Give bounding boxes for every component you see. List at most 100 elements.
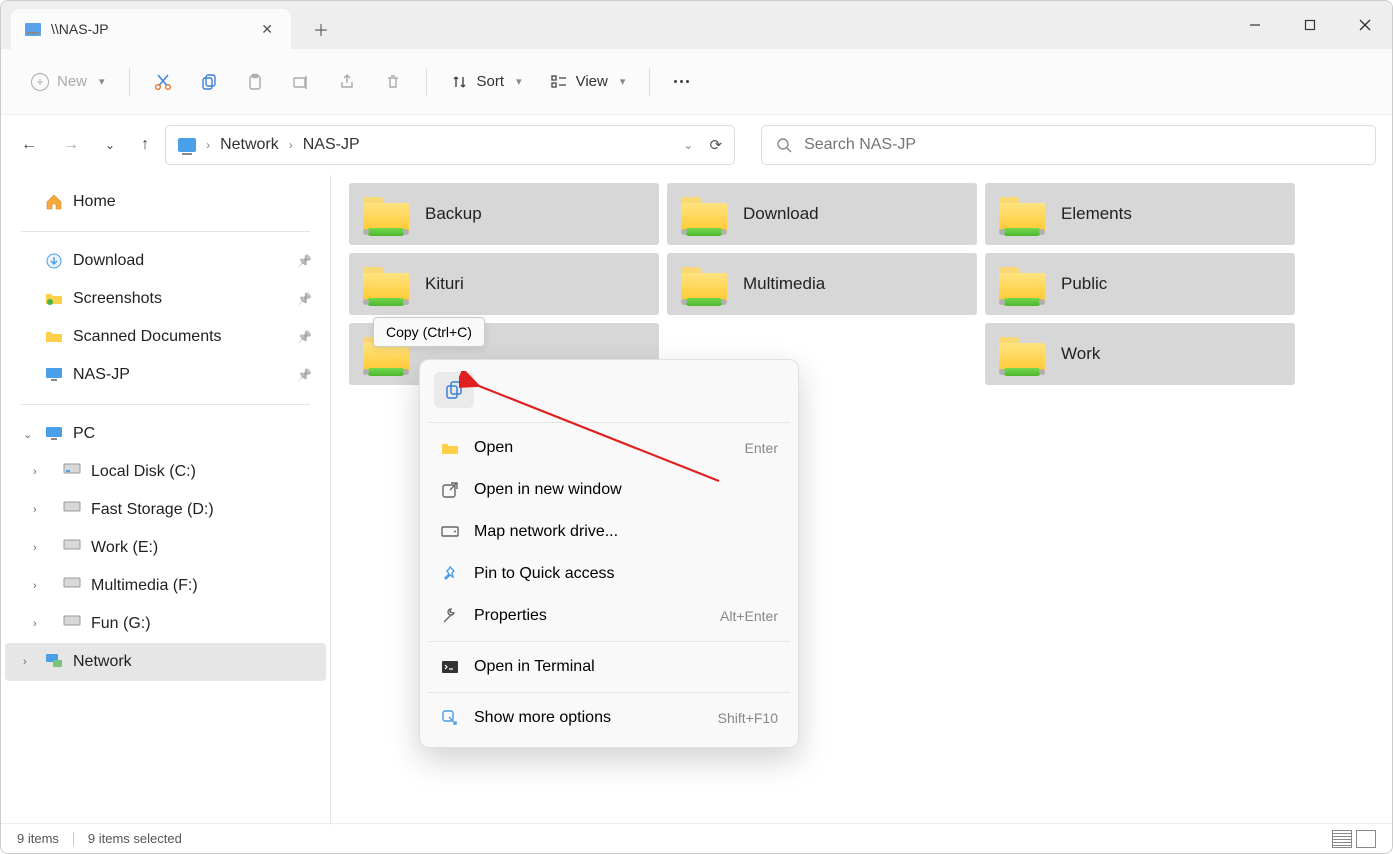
sidebar: Home Download Screenshots Scanned Docume… — [1, 175, 331, 825]
sidebar-pc[interactable]: ⌄ PC — [5, 415, 326, 453]
network-folder-icon — [999, 195, 1045, 233]
sort-button[interactable]: Sort ▾ — [441, 67, 532, 97]
share-button[interactable] — [328, 67, 366, 97]
sidebar-item-scanned[interactable]: Scanned Documents — [5, 318, 326, 356]
ctx-open-label: Open — [474, 439, 513, 457]
sidebar-label: Multimedia (F:) — [91, 577, 198, 595]
folder-backup[interactable]: Backup — [349, 183, 659, 245]
recent-button[interactable]: ⌄ — [101, 134, 119, 156]
view-button[interactable]: View ▾ — [540, 67, 636, 97]
details-view-button[interactable] — [1332, 830, 1352, 848]
title-bar: \\NAS-JP ✕ ＋ — [1, 1, 1392, 49]
chevron-right-icon[interactable]: › — [23, 656, 27, 668]
folder-grid: Backup Download Elements Kituri Multimed… — [349, 183, 1374, 385]
forward-button[interactable]: → — [59, 132, 83, 158]
network-folder-icon — [681, 265, 727, 303]
folder-kituri[interactable]: Kituri — [349, 253, 659, 315]
sidebar-label: Local Disk (C:) — [91, 463, 196, 481]
cut-button[interactable] — [144, 67, 182, 97]
tooltip-text: Copy (Ctrl+C) — [386, 324, 472, 340]
sidebar-drive-g[interactable]: › Fun (G:) — [5, 605, 326, 643]
sidebar-drive-f[interactable]: › Multimedia (F:) — [5, 567, 326, 605]
chevron-right-icon[interactable]: › — [33, 542, 37, 554]
sidebar-drive-c[interactable]: › Local Disk (C:) — [5, 453, 326, 491]
chevron-down-icon[interactable]: ⌄ — [683, 138, 693, 152]
window-controls — [1227, 4, 1392, 46]
breadcrumb-network[interactable]: Network — [220, 136, 279, 154]
ctx-more-options[interactable]: Show more options Shift+F10 — [428, 697, 790, 739]
tab-nas-jp[interactable]: \\NAS-JP ✕ — [11, 9, 291, 49]
search-input[interactable] — [804, 136, 1361, 154]
separator — [428, 692, 790, 693]
close-tab-icon[interactable]: ✕ — [257, 17, 277, 42]
separator — [428, 422, 790, 423]
breadcrumb-current[interactable]: NAS-JP — [303, 136, 360, 154]
rename-button[interactable] — [282, 67, 320, 97]
sidebar-item-screenshots[interactable]: Screenshots — [5, 280, 326, 318]
plus-circle-icon: + — [31, 73, 49, 91]
ctx-open-new-window[interactable]: Open in new window — [428, 469, 790, 511]
minimize-button[interactable] — [1227, 4, 1282, 46]
icons-view-button[interactable] — [1356, 830, 1376, 848]
ctx-pin[interactable]: Pin to Quick access — [428, 553, 790, 595]
more-button[interactable] — [664, 74, 699, 89]
search-box[interactable] — [761, 125, 1376, 165]
sidebar-drive-e[interactable]: › Work (E:) — [5, 529, 326, 567]
separator — [21, 231, 310, 232]
more-icon — [674, 80, 689, 83]
ctx-label: Map network drive... — [474, 523, 618, 541]
ctx-label: Pin to Quick access — [474, 565, 615, 583]
drive-icon — [63, 615, 81, 633]
folder-multimedia[interactable]: Multimedia — [667, 253, 977, 315]
sidebar-label: Fun (G:) — [91, 615, 151, 633]
navigation-row: ← → ⌄ ↑ › Network › NAS-JP ⌄ ⟳ — [1, 115, 1392, 175]
sidebar-drive-d[interactable]: › Fast Storage (D:) — [5, 491, 326, 529]
sidebar-network[interactable]: › Network — [5, 643, 326, 681]
sidebar-item-nasjp[interactable]: NAS-JP — [5, 356, 326, 394]
maximize-button[interactable] — [1282, 4, 1337, 46]
refresh-button[interactable]: ⟳ — [709, 136, 722, 154]
new-label: New — [57, 73, 87, 90]
up-button[interactable]: ↑ — [137, 132, 153, 158]
separator — [426, 68, 427, 96]
ctx-label: Open in new window — [474, 481, 622, 499]
chevron-right-icon[interactable]: › — [33, 466, 37, 478]
chevron-right-icon[interactable]: › — [33, 618, 37, 630]
folder-download[interactable]: Download — [667, 183, 977, 245]
new-button[interactable]: + New ▾ — [21, 67, 115, 97]
new-tab-button[interactable]: ＋ — [301, 9, 341, 49]
folder-elements[interactable]: Elements — [985, 183, 1295, 245]
folder-icon — [45, 328, 63, 346]
ctx-copy-button[interactable] — [434, 372, 474, 408]
copy-button[interactable] — [190, 67, 228, 97]
separator — [73, 832, 74, 846]
folder-public[interactable]: Public — [985, 253, 1295, 315]
ctx-properties[interactable]: Properties Alt+Enter — [428, 595, 790, 637]
open-window-icon — [440, 480, 460, 500]
copy-tooltip: Copy (Ctrl+C) — [373, 317, 485, 347]
sidebar-network-label: Network — [73, 653, 132, 671]
network-folder-icon — [363, 265, 409, 303]
address-bar[interactable]: › Network › NAS-JP ⌄ ⟳ — [165, 125, 735, 165]
trash-icon — [384, 73, 402, 91]
separator — [129, 68, 130, 96]
pin-icon — [440, 564, 460, 584]
delete-button[interactable] — [374, 67, 412, 97]
separator — [21, 404, 310, 405]
close-window-button[interactable] — [1337, 4, 1392, 46]
network-folder-icon — [999, 335, 1045, 373]
folder-work[interactable]: Work — [985, 323, 1295, 385]
status-bar: 9 items 9 items selected — [1, 823, 1392, 853]
search-icon — [776, 137, 792, 153]
ctx-open[interactable]: Open Enter — [428, 427, 790, 469]
ctx-map-drive[interactable]: Map network drive... — [428, 511, 790, 553]
chevron-right-icon[interactable]: › — [33, 580, 37, 592]
chevron-down-icon[interactable]: ⌄ — [23, 428, 32, 441]
sidebar-home[interactable]: Home — [5, 183, 326, 221]
sidebar-item-download[interactable]: Download — [5, 242, 326, 280]
ctx-terminal[interactable]: Open in Terminal — [428, 646, 790, 688]
chevron-right-icon[interactable]: › — [33, 504, 37, 516]
network-folder-icon — [681, 195, 727, 233]
paste-button[interactable] — [236, 67, 274, 97]
back-button[interactable]: ← — [17, 132, 41, 158]
